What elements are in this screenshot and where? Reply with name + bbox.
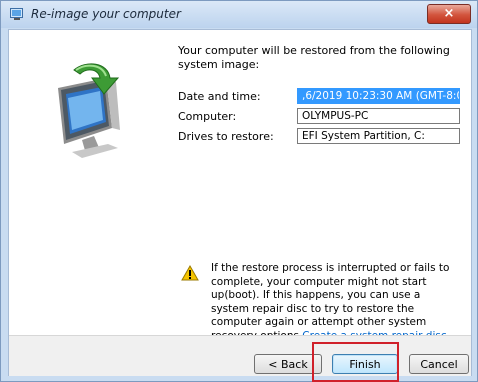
restore-computer-icon <box>58 63 120 158</box>
drives-field[interactable]: EFI System Partition, C: <box>297 128 460 144</box>
warning-icon <box>181 265 199 281</box>
field-row-drives: Drives to restore: EFI System Partition,… <box>178 128 460 144</box>
side-panel <box>9 30 165 330</box>
back-button[interactable]: < Back <box>254 354 322 374</box>
field-label: Computer: <box>178 110 237 123</box>
field-row-computer: Computer: OLYMPUS-PC <box>178 108 460 124</box>
date-time-field[interactable]: ,6/2019 10:23:30 AM (GMT-8:00) <box>297 88 460 104</box>
dialog-body: Your computer will be restored from the … <box>8 29 472 376</box>
intro-text: Your computer will be restored from the … <box>178 44 450 71</box>
button-bar: < Back Finish Cancel <box>9 335 471 376</box>
close-button[interactable]: × <box>427 4 471 24</box>
window-title: Re-image your computer <box>31 7 181 21</box>
finish-button[interactable]: Finish <box>332 354 398 374</box>
field-row-date: Date and time: ,6/2019 10:23:30 AM (GMT-… <box>178 88 460 104</box>
computer-field[interactable]: OLYMPUS-PC <box>297 108 460 124</box>
content-area: Your computer will be restored from the … <box>178 44 463 144</box>
field-label: Drives to restore: <box>178 130 274 143</box>
field-label: Date and time: <box>178 90 261 103</box>
close-icon: × <box>443 6 455 21</box>
cancel-button[interactable]: Cancel <box>409 354 469 374</box>
window-icon <box>10 8 23 20</box>
title-bar: Re-image your computer × <box>1 1 477 28</box>
reimage-dialog: Re-image your computer × Your computer w… <box>0 0 478 382</box>
warning-message: If the restore process is interrupted or… <box>211 262 461 343</box>
